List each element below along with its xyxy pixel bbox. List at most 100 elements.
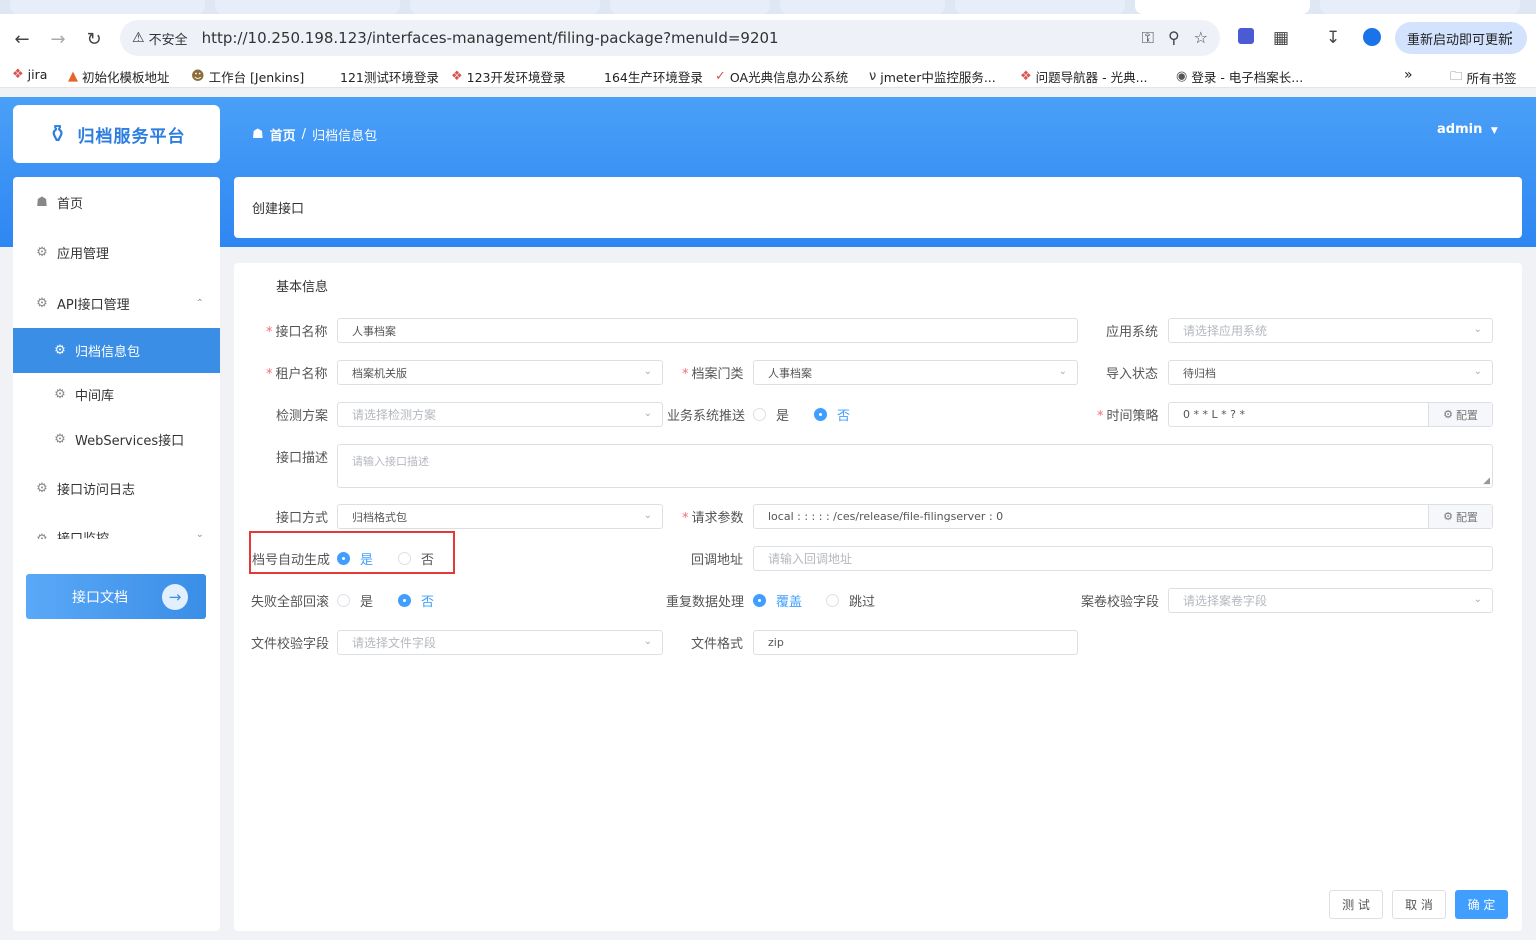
request-params-input[interactable]: local : : : : : /ces/release/file-filing…: [753, 504, 1493, 529]
rollback-all-no-radio[interactable]: 否: [398, 591, 434, 610]
bookmark-item[interactable]: ✓ OA光典信息办公系统: [715, 67, 848, 86]
extension-translate-icon[interactable]: [1238, 28, 1254, 44]
time-strategy-config-button[interactable]: ⚙ 配置: [1428, 403, 1492, 426]
sidebar-item-webservices[interactable]: ⚙ WebServices接口: [13, 417, 220, 461]
interface-name-input[interactable]: 人事档案: [337, 318, 1078, 343]
profile-icon[interactable]: [1363, 28, 1381, 46]
description-textarea[interactable]: 请输入接口描述 ◢: [337, 444, 1493, 488]
callback-url-label: 回调地址: [691, 553, 744, 568]
logo[interactable]: ⚱ 归档服务平台: [13, 105, 220, 163]
security-indicator[interactable]: ⚠ 不安全: [132, 29, 188, 48]
forward-icon[interactable]: →: [47, 28, 69, 50]
detect-plan-select[interactable]: 请选择检测方案 ⌄: [337, 402, 663, 427]
bookmark-item[interactable]: ▲ 初始化模板地址: [68, 67, 170, 86]
star-icon[interactable]: ☆: [1194, 28, 1208, 48]
folder-icon: 🗀: [1450, 68, 1463, 83]
biz-push-yes-radio[interactable]: 是: [753, 405, 789, 424]
more-vert-icon: ⋮: [1503, 28, 1519, 47]
browser-tab[interactable]: [410, 0, 600, 14]
bookmark-item[interactable]: ν jmeter中监控服务...: [869, 67, 996, 86]
browser-tab[interactable]: [780, 0, 945, 14]
sidebar-item-middle-db[interactable]: ⚙ 中间库: [13, 372, 220, 416]
test-button[interactable]: 测 试: [1329, 890, 1383, 919]
home-icon: ☗: [252, 127, 264, 142]
user-menu[interactable]: admin ▼: [1437, 122, 1498, 137]
file-check-field-label: 文件校验字段: [251, 637, 330, 652]
download-icon[interactable]: ↧: [1326, 28, 1340, 48]
callback-url-input[interactable]: 请输入回调地址: [753, 546, 1493, 571]
bookmark-item[interactable]: ☻ 工作台 [Jenkins]: [191, 67, 304, 86]
sidebar-item-app-management[interactable]: ⚙ 应用管理: [13, 230, 220, 274]
back-icon[interactable]: ←: [11, 28, 33, 50]
chevron-down-icon: ⌄: [1473, 594, 1482, 605]
archive-category-label: * 档案门类: [682, 367, 744, 382]
zoom-icon[interactable]: ⚲: [1168, 28, 1180, 48]
resize-handle-icon[interactable]: ◢: [1483, 476, 1490, 486]
import-status-label: 导入状态: [1106, 367, 1159, 382]
browser-tab[interactable]: [215, 0, 400, 14]
sidebar-item-access-log[interactable]: ⚙ 接口访问日志: [13, 466, 220, 510]
chevron-down-icon: ⌄: [195, 529, 204, 539]
file-check-field-select[interactable]: 请选择文件字段 ⌄: [337, 630, 663, 655]
cancel-button[interactable]: 取 消: [1392, 890, 1446, 919]
api-doc-button[interactable]: 接口文档 →: [26, 574, 206, 619]
app-system-label: 应用系统: [1106, 325, 1159, 340]
browser-tab[interactable]: [610, 0, 770, 14]
all-bookmarks[interactable]: 🗀 所有书签: [1450, 67, 1517, 88]
caret-down-icon: ▼: [1490, 126, 1498, 136]
logo-icon: ⚱: [47, 120, 68, 148]
sidebar-item-filing-package[interactable]: ⚙ 归档信息包: [13, 328, 220, 373]
browser-tab[interactable]: [1320, 0, 1520, 14]
bookmark-item[interactable]: 121测试环境登录: [340, 67, 439, 86]
volume-check-field-select[interactable]: 请选择案卷字段 ⌄: [1168, 588, 1493, 613]
browser-toolbar: ← → ↻ ⚠ 不安全 http://10.250.198.123/interf…: [0, 14, 1536, 62]
file-format-label: 文件格式: [691, 637, 744, 652]
bookmark-item[interactable]: ❖ 123开发环境登录: [451, 67, 566, 86]
sidebar: ☗ 首页 ⚙ 应用管理 ⚙ API接口管理 ⌃ ⚙ 归档信息包 ⚙ 中间库 ⚙ …: [13, 177, 220, 931]
breadcrumb: ☗ 首页 / 归档信息包: [252, 125, 377, 144]
confirm-button[interactable]: 确 定: [1455, 890, 1508, 919]
interface-mode-select[interactable]: 归档格式包 ⌄: [337, 504, 663, 529]
bookmark-item[interactable]: 164生产环境登录: [604, 67, 703, 86]
duplicate-skip-radio[interactable]: 跳过: [826, 591, 875, 610]
import-status-select[interactable]: 待归档 ⌄: [1168, 360, 1493, 385]
duplicate-overwrite-radio[interactable]: 覆盖: [753, 591, 802, 610]
biz-push-label: 业务系统推送: [667, 409, 746, 424]
gear-icon: ⚙: [36, 480, 48, 496]
browser-tab[interactable]: [10, 0, 205, 14]
breadcrumb-home[interactable]: 首页: [270, 125, 296, 144]
file-format-input[interactable]: zip: [753, 630, 1078, 655]
gear-icon: ⚙: [36, 244, 48, 260]
extensions-icon[interactable]: ▦: [1273, 28, 1289, 48]
bookmark-item[interactable]: ❖ 问题导航器 - 光典...: [1020, 67, 1148, 86]
gear-icon: ⚙: [36, 295, 48, 311]
request-params-config-button[interactable]: ⚙ 配置: [1428, 505, 1492, 528]
sidebar-item-monitor[interactable]: ⚙ 接口监控 ⌄: [13, 515, 220, 539]
tenant-name-select[interactable]: 档案机关版 ⌄: [337, 360, 663, 385]
gear-icon: ⚙: [35, 532, 49, 539]
key-icon[interactable]: ⚿: [1142, 28, 1154, 48]
sidebar-item-home[interactable]: ☗ 首页: [13, 180, 220, 224]
sidebar-item-api-management[interactable]: ⚙ API接口管理 ⌃: [13, 281, 220, 325]
request-params-label: * 请求参数: [682, 511, 744, 526]
address-bar[interactable]: ⚠ 不安全 http://10.250.198.123/interfaces-m…: [120, 20, 1220, 56]
browser-tab[interactable]: [955, 0, 1125, 14]
rollback-all-label: 失败全部回滚: [251, 595, 330, 610]
update-button[interactable]: 重新启动即可更新 ⋮: [1395, 22, 1527, 54]
bookmark-item[interactable]: ❖ jira: [12, 67, 47, 82]
app-system-select[interactable]: 请选择应用系统 ⌄: [1168, 318, 1493, 343]
rollback-all-yes-radio[interactable]: 是: [337, 591, 373, 610]
detect-plan-label: 检测方案: [276, 409, 329, 424]
page-title: 创建接口: [234, 177, 1522, 238]
reload-icon[interactable]: ↻: [83, 28, 105, 50]
home-icon: ☗: [36, 194, 48, 210]
bookmarks-overflow[interactable]: »: [1404, 67, 1413, 83]
browser-tab-active[interactable]: [1135, 0, 1310, 14]
auto-archive-no-no-radio[interactable]: 否: [398, 549, 434, 568]
url-text[interactable]: http://10.250.198.123/interfaces-managem…: [202, 29, 779, 47]
auto-archive-no-yes-radio[interactable]: 是: [337, 549, 373, 568]
biz-push-no-radio[interactable]: 否: [814, 405, 850, 424]
time-strategy-input[interactable]: 0 * * L * ? * ⚙ 配置: [1168, 402, 1493, 427]
archive-category-select[interactable]: 人事档案 ⌄: [753, 360, 1078, 385]
bookmark-item[interactable]: ◉ 登录 - 电子档案长...: [1176, 67, 1303, 86]
